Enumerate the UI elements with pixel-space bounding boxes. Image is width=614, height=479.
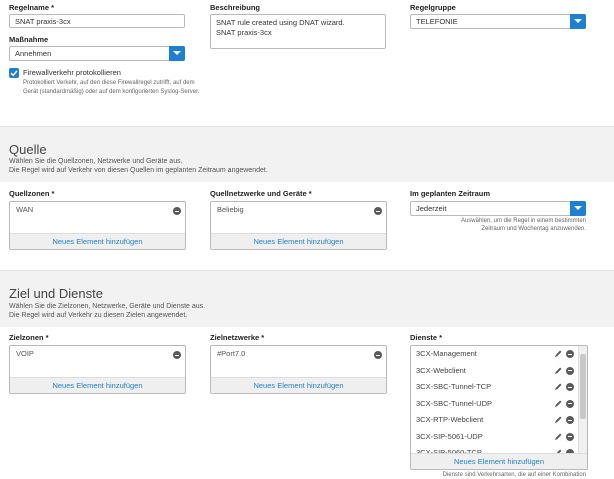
minus-circle-icon[interactable] [173, 351, 181, 359]
description-textarea[interactable]: SNAT rule created using DNAT wizard. SNA… [210, 14, 386, 49]
pencil-icon[interactable] [554, 366, 563, 375]
log-checkbox[interactable] [9, 68, 19, 78]
chevron-down-icon [570, 201, 586, 216]
schedule-hint-line-1: Auswählen, um die Regel in einem bestimm… [460, 218, 586, 224]
pencil-icon[interactable] [554, 349, 563, 358]
pencil-icon[interactable] [554, 415, 563, 424]
source-zones-listbox[interactable]: WAN Neues Element hinzufügen [9, 201, 186, 250]
destination-zones-listbox[interactable]: VOIP Neues Element hinzufügen [9, 345, 186, 394]
services-label: Dienste * [410, 333, 443, 342]
pencil-icon[interactable] [554, 399, 563, 408]
rule-name-input[interactable]: SNAT praxis-3cx [9, 14, 185, 28]
source-networks-listbox[interactable]: Beliebig Neues Element hinzufügen [210, 201, 387, 250]
source-networks-add-button[interactable]: Neues Element hinzufügen [211, 233, 386, 249]
source-network-item: Beliebig [217, 205, 244, 214]
service-item-label: 3CX-Webclient [416, 365, 466, 375]
service-item-label: 3CX-Management [416, 349, 477, 358]
schedule-select[interactable]: Jederzeit [410, 201, 586, 216]
description-line-1: SNAT rule created using DNAT wizard. [216, 18, 345, 27]
services-hint: Dienste sind Verkehrsarten, die auf eine… [442, 472, 586, 478]
action-select-value: Annehmen [15, 49, 52, 58]
log-checkbox-label: Firewallverkehr protokollieren [23, 68, 121, 77]
source-networks-label: Quellnetzwerke und Geräte * [210, 189, 312, 198]
rule-name-label: Regelname * [9, 3, 55, 12]
rule-group-select[interactable]: TELEFONIE [410, 14, 586, 29]
destination-networks-label: Zielnetzwerke * [210, 333, 265, 342]
services-listbox[interactable]: 3CX-Management 3CX-Webclient 3CX-SBC-Tunne… [410, 345, 588, 470]
description-label: Beschreibung [210, 3, 261, 12]
service-item[interactable]: 3CX-Management [411, 346, 575, 362]
destination-network-item: #Port7.0 [217, 349, 246, 358]
action-select[interactable]: Annehmen [9, 46, 185, 61]
chevron-down-icon [169, 46, 185, 61]
destination-networks-listbox[interactable]: #Port7.0 Neues Element hinzufügen [210, 345, 387, 394]
minus-circle-icon[interactable] [566, 366, 574, 375]
schedule-label: Im geplanten Zeitraum [410, 189, 491, 198]
service-item-label: 3CX-SIP-5061-UDP [416, 431, 483, 441]
source-desc-line-2: Die Regel wird auf Verkehr von diesen Qu… [9, 167, 268, 174]
service-item[interactable]: 3CX-SIP-5061-UDP [411, 429, 575, 445]
source-title: Quelle [9, 142, 47, 157]
description-line-2: SNAT praxis-3cx [216, 28, 272, 37]
destination-desc-line-1: Wählen Sie die Zielzonen, Netzwerke, Ger… [9, 303, 206, 310]
destination-zones-label: Zielzonen * [9, 333, 49, 342]
services-scrollbar-thumb[interactable] [580, 354, 586, 419]
minus-circle-icon[interactable] [566, 399, 574, 408]
minus-circle-icon[interactable] [566, 432, 574, 441]
source-zone-item: WAN [16, 205, 34, 214]
rule-group-label: Regelgruppe [410, 3, 456, 12]
service-item-label: 3CX-SBC-Tunnel-UDP [416, 398, 492, 408]
pencil-icon[interactable] [554, 382, 563, 391]
schedule-hint-line-2: Zeitraum und Wochentag anzuwenden. [481, 226, 586, 232]
service-item[interactable]: 3CX-Webclient [411, 363, 575, 379]
minus-circle-icon[interactable] [566, 416, 574, 424]
destination-networks-add-button[interactable]: Neues Element hinzufügen [211, 377, 386, 393]
minus-circle-icon[interactable] [566, 350, 574, 358]
services-scrollbar[interactable] [578, 346, 587, 454]
destination-zones-add-button[interactable]: Neues Element hinzufügen [10, 377, 185, 393]
source-desc-line-1: Wählen Sie die Quellzonen, Netzwerke und… [9, 158, 183, 165]
minus-circle-icon[interactable] [173, 207, 181, 215]
log-help-text: Protokolliert Verkehr, auf den diese Fir… [23, 80, 200, 95]
source-zones-add-button[interactable]: Neues Element hinzufügen [10, 233, 185, 249]
service-item-label: 3CX-SBC-Tunnel-TCP [416, 382, 492, 391]
check-icon [10, 70, 18, 77]
minus-circle-icon[interactable] [566, 383, 574, 391]
chevron-down-icon [570, 14, 586, 29]
services-add-button[interactable]: Neues Element hinzufügen [411, 453, 587, 469]
schedule-value: Jederzeit [416, 204, 447, 213]
minus-circle-icon[interactable] [374, 351, 382, 359]
service-item[interactable]: 3CX-SBC-Tunnel-UDP [411, 396, 575, 412]
action-label: Maßnahme [9, 35, 49, 44]
minus-circle-icon[interactable] [374, 207, 382, 215]
destination-title: Ziel und Dienste [9, 286, 103, 301]
service-item[interactable]: 3CX-SBC-Tunnel-TCP [411, 379, 575, 395]
rule-group-value: TELEFONIE [416, 17, 458, 26]
services-list: 3CX-Management 3CX-Webclient 3CX-SBC-Tunne… [411, 346, 587, 454]
destination-zone-item: VOIP [16, 349, 34, 358]
source-zones-label: Quellzonen * [9, 189, 55, 198]
destination-desc-line-2: Die Regel wird auf Verkehr zu diesen Zie… [9, 312, 188, 319]
service-item-label: 3CX-RTP-Webclient [416, 415, 484, 424]
pencil-icon[interactable] [554, 432, 563, 441]
service-item[interactable]: 3CX-RTP-Webclient [411, 412, 575, 428]
